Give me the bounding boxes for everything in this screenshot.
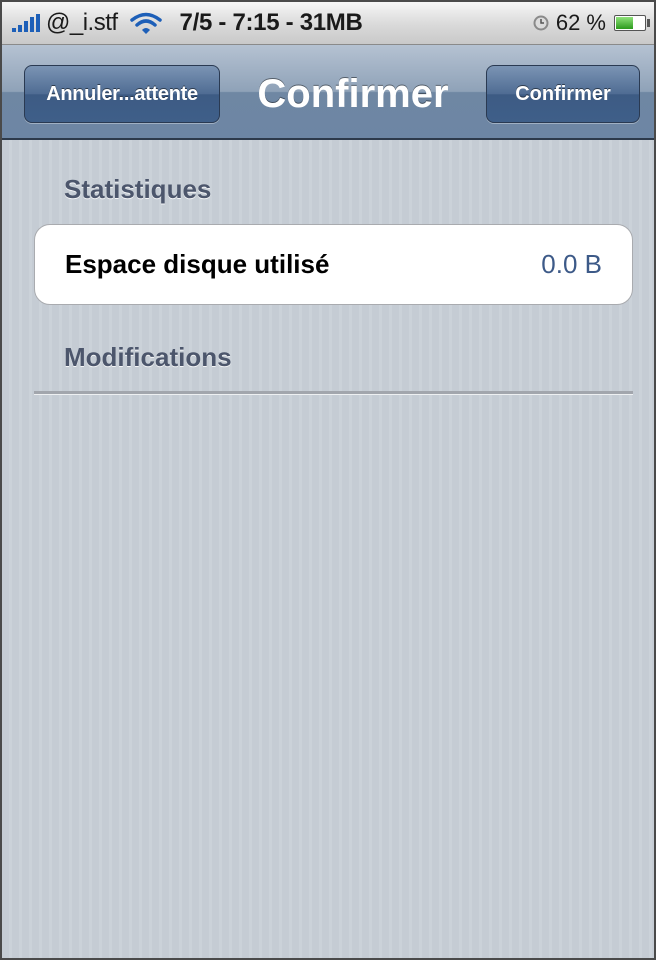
alarm-clock-icon bbox=[533, 15, 549, 31]
disk-usage-value: 0.0 B bbox=[541, 249, 602, 279]
carrier-name: @_i.stf bbox=[46, 9, 118, 36]
screen: @_i.stf 7/5 - 7:15 - 31MB 62 % Annuler..… bbox=[0, 0, 656, 960]
battery-percent: 62 % bbox=[555, 10, 606, 35]
confirm-button[interactable]: Confirmer bbox=[486, 65, 640, 123]
status-right: 62 % bbox=[532, 2, 650, 44]
disk-usage-cell: Espace disque utilisé 0.0 B bbox=[34, 224, 633, 305]
status-bar: @_i.stf 7/5 - 7:15 - 31MB 62 % bbox=[2, 2, 654, 45]
battery-level bbox=[616, 17, 633, 29]
wifi-icon bbox=[129, 12, 162, 34]
disk-usage-label: Espace disque utilisé bbox=[65, 249, 330, 279]
modifications-section-header: Modifications bbox=[64, 342, 232, 372]
battery-icon bbox=[614, 15, 650, 31]
page-title: Confirmer bbox=[257, 71, 449, 116]
modifications-divider bbox=[34, 391, 633, 395]
statistics-section-header: Statistiques bbox=[64, 174, 212, 204]
signal-bars-icon bbox=[12, 14, 40, 32]
cancel-wait-button[interactable]: Annuler...attente bbox=[24, 65, 220, 123]
navigation-bar: Annuler...attente Confirmer Confirmer bbox=[2, 45, 654, 140]
status-center-text: 7/5 - 7:15 - 31MB bbox=[179, 9, 363, 36]
